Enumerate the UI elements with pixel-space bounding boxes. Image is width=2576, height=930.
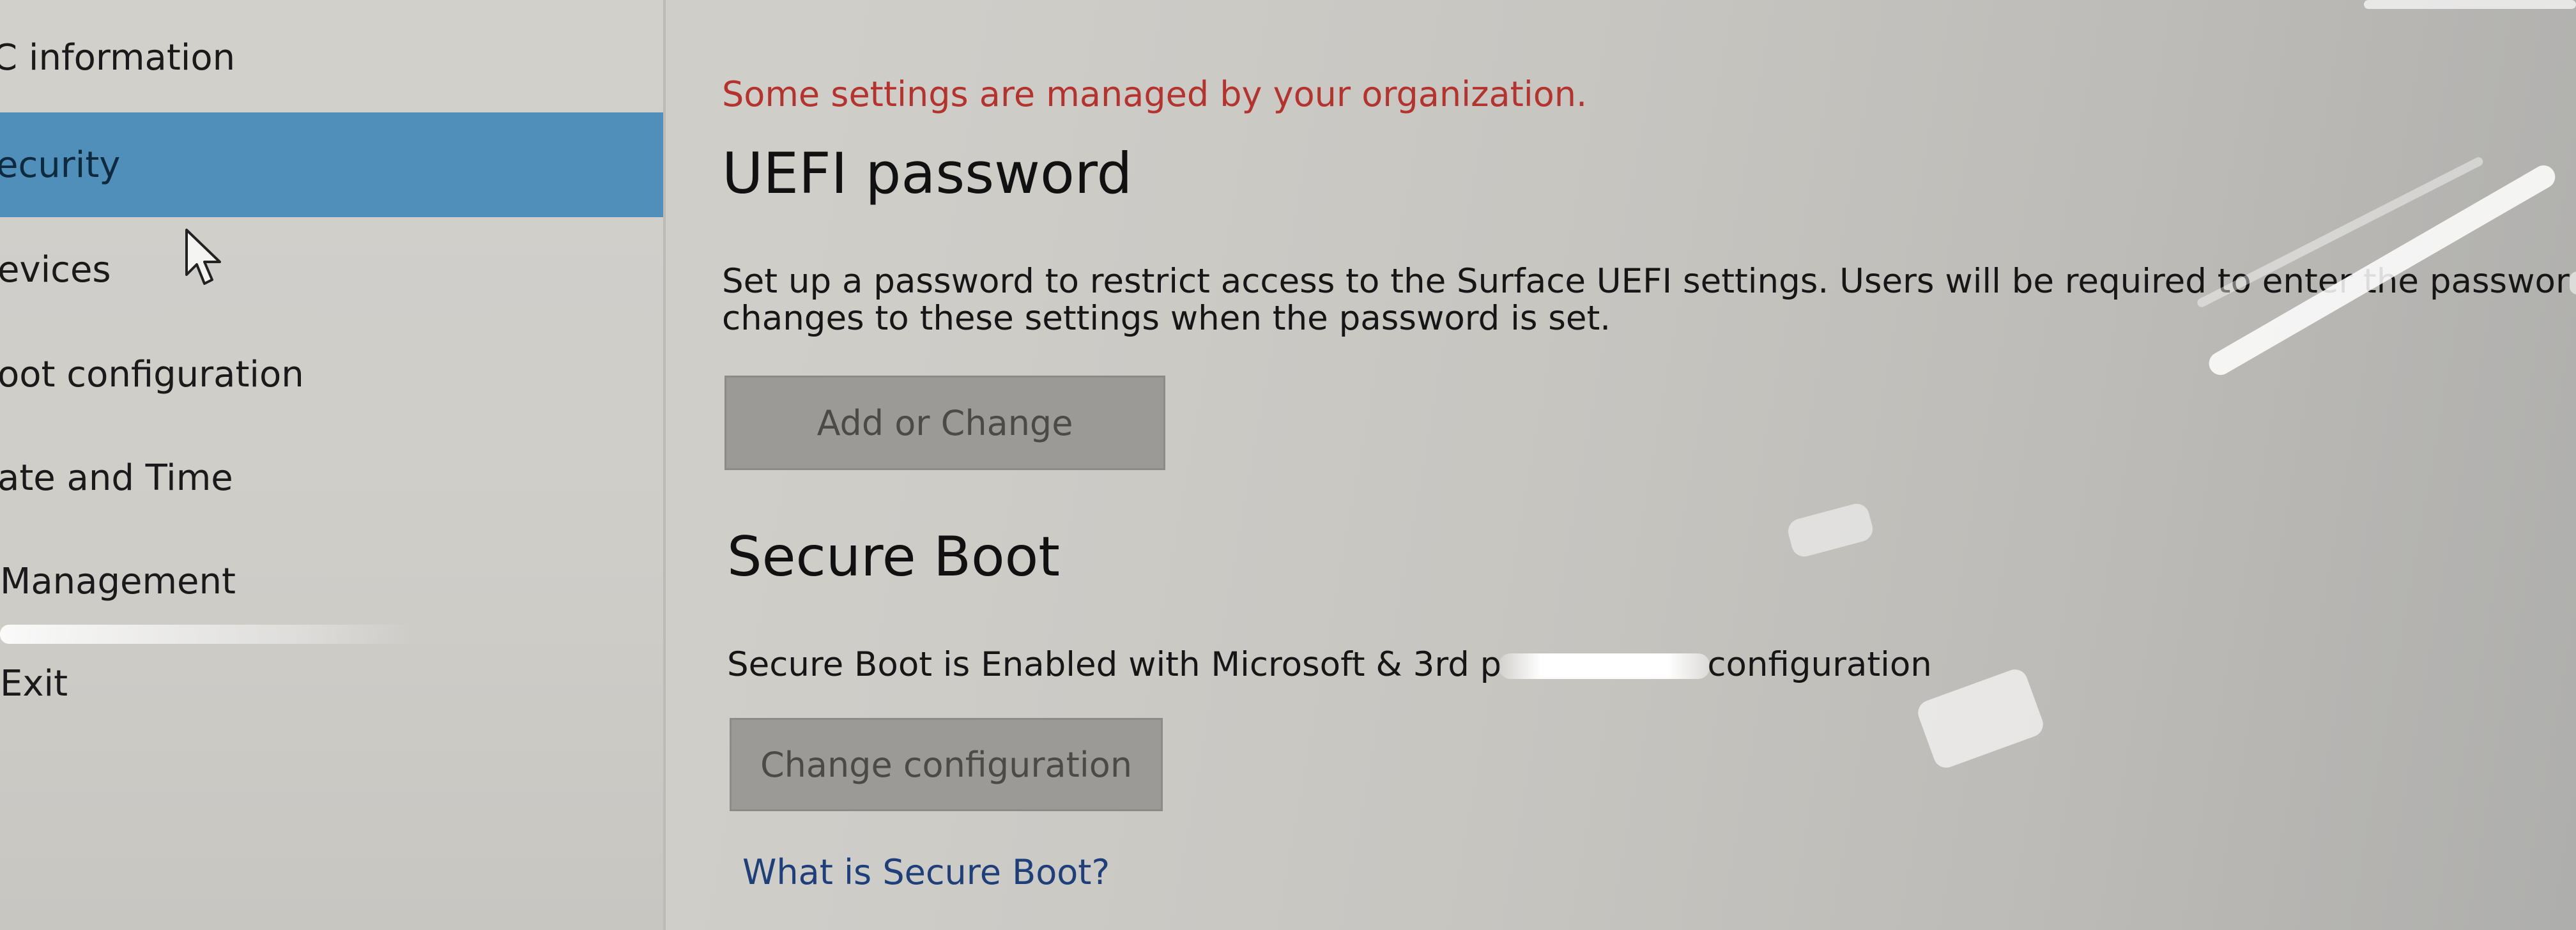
screen-glare — [2569, 271, 2576, 295]
sidebar-item-label: ecurity — [0, 144, 121, 186]
sidebar-item-label: evices — [0, 248, 111, 291]
secure-boot-status-prefix: Secure Boot is Enabled with Microsoft & … — [727, 645, 1502, 684]
uefi-password-description-line1: Set up a password to restrict access to … — [722, 262, 2570, 301]
secure-boot-status: Secure Boot is Enabled with Microsoft & … — [727, 646, 1932, 683]
sidebar-item-label: oot configuration — [0, 353, 304, 395]
sidebar-item-label: C information — [0, 36, 236, 79]
sidebar-item-label: Management — [0, 560, 236, 602]
change-configuration-button[interactable]: Change configuration — [730, 718, 1163, 811]
add-or-change-password-button[interactable]: Add or Change — [724, 376, 1165, 470]
sidebar-item-date-and-time[interactable]: ate and Time — [0, 425, 663, 530]
screen-glare — [0, 625, 415, 644]
sidebar-item-pc-information[interactable]: C information — [0, 5, 663, 110]
secure-boot-status-suffix: configuration — [1707, 645, 1932, 684]
main-content: Some settings are managed by your organi… — [666, 0, 2576, 930]
secure-boot-title: Secure Boot — [727, 525, 1060, 589]
sidebar-item-exit[interactable]: Exit — [0, 631, 663, 736]
sidebar-item-security[interactable]: ecurity — [0, 112, 663, 217]
sidebar-item-label: Exit — [0, 662, 68, 705]
uefi-password-title: UEFI password — [722, 141, 1133, 206]
sidebar-item-management[interactable]: Management — [0, 529, 663, 634]
org-managed-notice: Some settings are managed by your organi… — [722, 74, 1588, 114]
uefi-screen: C information ecurity evices oot configu… — [0, 0, 2576, 930]
sidebar-item-devices[interactable]: evices — [0, 217, 663, 322]
sidebar-item-label: ate and Time — [0, 457, 233, 499]
mouse-pointer-icon — [185, 229, 221, 285]
sidebar-item-boot-configuration[interactable]: oot configuration — [0, 322, 663, 427]
what-is-secure-boot-link[interactable]: What is Secure Boot? — [742, 852, 1110, 892]
sidebar-nav: C information ecurity evices oot configu… — [0, 0, 666, 930]
screen-glare — [2364, 0, 2576, 9]
redacted-text — [1499, 653, 1710, 680]
